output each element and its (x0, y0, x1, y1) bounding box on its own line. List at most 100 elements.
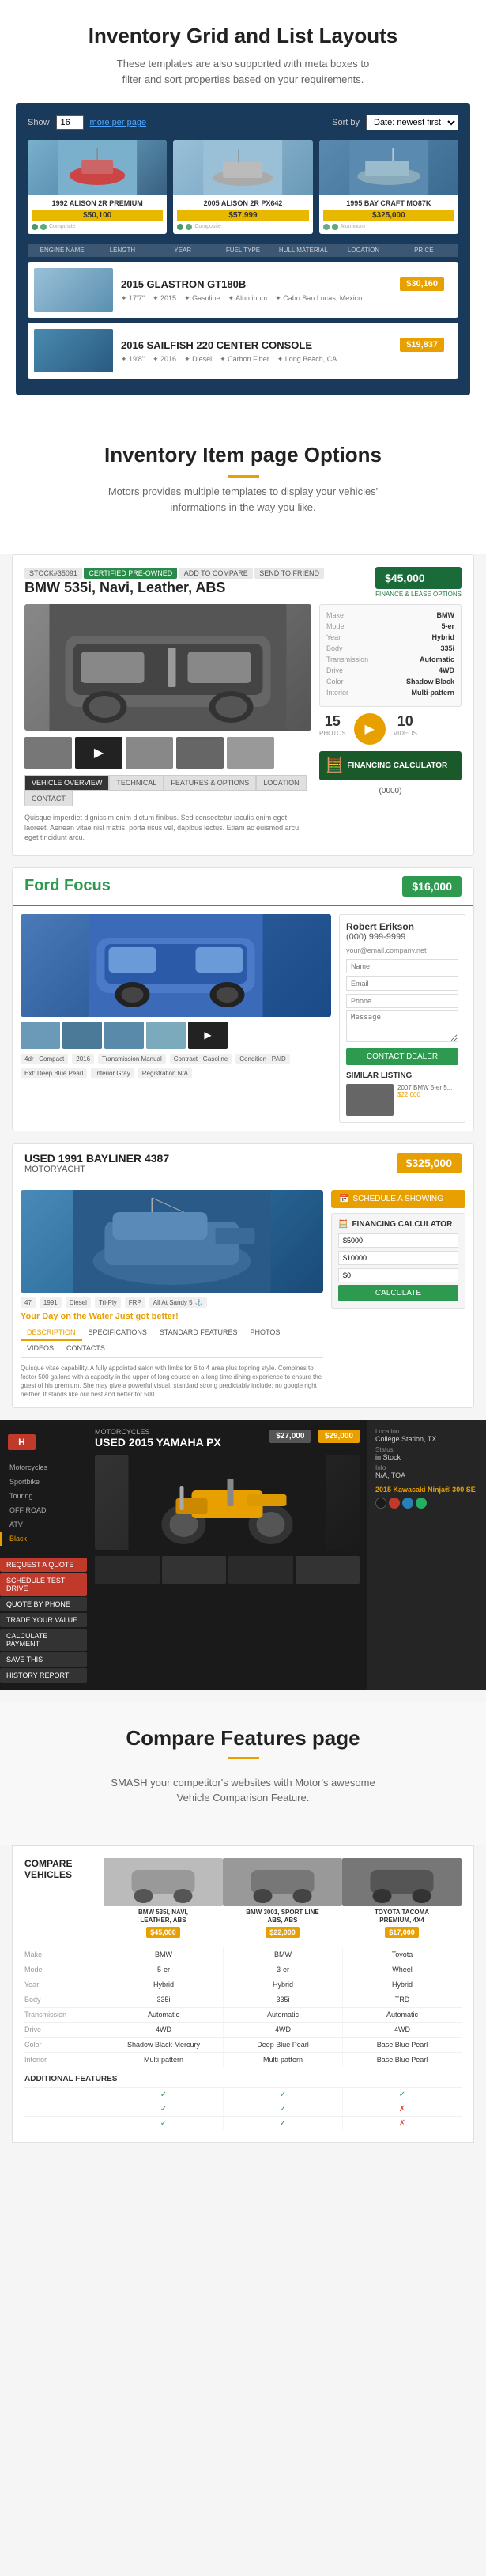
bmw-thumb-4[interactable] (227, 737, 274, 769)
bmw-send[interactable]: SEND TO FRIEND (254, 568, 324, 579)
check-icon-7: ✓ (280, 2119, 286, 2128)
compare-car-2[interactable]: BMW 3001, SPORT LINEABS, ABS $22,000 (223, 1858, 342, 1940)
ford-thumb-2[interactable] (62, 1022, 102, 1049)
bmw-thumb-video[interactable]: ▶ (75, 737, 122, 769)
yamaha-thumb-1[interactable] (95, 1556, 160, 1584)
compare-body-val3: TRD (342, 1992, 462, 2007)
swatch-2[interactable] (389, 1498, 400, 1509)
yamaha-thumb-2[interactable] (162, 1556, 227, 1584)
yamaha-location-value: College Station, TX (375, 1435, 478, 1443)
bay-tab-videos[interactable]: VIDEOS (21, 1341, 60, 1357)
ford-thumb-1[interactable] (21, 1022, 60, 1049)
nav-atv[interactable]: ATV (0, 1517, 87, 1532)
col-hull: HULL MATERIAL (275, 247, 331, 254)
section-compare: Compare Features page SMASH your competi… (0, 1702, 486, 1845)
detail-body-label: Body (326, 644, 343, 652)
schedule-showing-button[interactable]: 📅 SCHEDULE A SHOWING (331, 1190, 465, 1208)
tab-features[interactable]: FEATURES & OPTIONS (164, 775, 256, 791)
grid-card-1[interactable]: 1992 ALISON 2R PREMIUM $50,100 Composite (28, 140, 167, 234)
tab-vehicle-overview[interactable]: VEHICLE OVERVIEW (24, 775, 109, 791)
bmw-finance-link[interactable]: FINANCE & LEASE OPTIONS (375, 591, 462, 598)
list-row-2[interactable]: 2016 SAILFISH 220 CENTER CONSOLE $19,837… (28, 323, 458, 379)
yamaha-category: MOTORCYCLES (95, 1428, 221, 1436)
compare-divider (228, 1757, 259, 1759)
tab-technical[interactable]: TECHNICAL (109, 775, 164, 791)
check-icon-3: ✓ (399, 2091, 405, 2099)
calc-input-3[interactable] (338, 1268, 458, 1282)
compare-car-3[interactable]: TOYOTA TACOMAPREMIUM, 4X4 $17,000 (342, 1858, 462, 1940)
bmw-compare[interactable]: ADD TO COMPARE (179, 568, 253, 579)
feature1-val2: ✓ (223, 2088, 342, 2102)
financing-title: FINANCING CALCULATOR (347, 761, 447, 770)
btn-quote-phone[interactable]: QUOTE BY PHONE (0, 1597, 87, 1611)
compare-car2-image (223, 1858, 342, 1906)
ford-title: Ford Focus (24, 877, 111, 895)
compare-color-label: Color (24, 2038, 104, 2052)
calculate-button[interactable]: CALCULATE (338, 1285, 458, 1301)
yamaha-thumb-4[interactable] (296, 1556, 360, 1584)
per-page-input[interactable] (56, 115, 84, 130)
swatch-4[interactable] (416, 1498, 427, 1509)
bay-tab-standard[interactable]: STANDARD FEATURES (153, 1325, 244, 1341)
compare-car-1[interactable]: BMW 535I, NAVI,LEATHER, ABS $45,000 (104, 1858, 223, 1940)
nav-black[interactable]: Black (0, 1532, 87, 1546)
bay-tab-contacts[interactable]: CONTACTS (60, 1341, 111, 1357)
tab-location[interactable]: LOCATION (256, 775, 306, 791)
ford-thumb-4[interactable] (146, 1022, 186, 1049)
more-per-page-link[interactable]: more per page (90, 118, 147, 127)
sort-select[interactable]: Date: newest first (366, 115, 458, 130)
compare-car2-price: $22,000 (266, 1927, 300, 1938)
bmw-card: STOCK#35091 CERTIFIED PRE-OWNED ADD TO C… (12, 554, 474, 856)
ford-thumb-3[interactable] (104, 1022, 144, 1049)
list-row-1[interactable]: 2015 GLASTRON GT180B $30,160 ✦ 17'7" ✦ 2… (28, 262, 458, 318)
card1-price: $50,100 (32, 210, 163, 221)
contact-email-input[interactable] (346, 976, 458, 991)
nav-touring[interactable]: Touring (0, 1489, 87, 1503)
bmw-thumb-2[interactable] (126, 737, 173, 769)
bay-tab-specs[interactable]: SPECIFICATIONS (82, 1325, 153, 1341)
card1-body: 1992 ALISON 2R PREMIUM $50,100 Composite (28, 195, 167, 234)
bay-tab-description[interactable]: DESCRIPTION (21, 1325, 82, 1341)
swatch-3[interactable] (402, 1498, 413, 1509)
detail-drive-value: 4WD (439, 667, 454, 674)
compare-year-val2: Hybrid (223, 1977, 342, 1992)
contact-name-input[interactable] (346, 959, 458, 973)
swatch-1[interactable] (375, 1498, 386, 1509)
contact-dealer-button[interactable]: CONTACT DEALER (346, 1048, 458, 1065)
btn-calc-payment[interactable]: CALCULATE PAYMENT (0, 1629, 87, 1651)
ford-spec-trans: Transmission Manual (98, 1054, 166, 1064)
detail-color-label: Color (326, 678, 344, 686)
btn-request-quote[interactable]: REQUEST A QUOTE (0, 1558, 87, 1572)
nav-sportbike[interactable]: Sportbike (0, 1475, 87, 1489)
calc-input-1[interactable] (338, 1233, 458, 1248)
nav-offroad[interactable]: OFF ROAD (0, 1503, 87, 1517)
grid-card-2[interactable]: 2005 ALISON 2R PX642 $57,999 Composite (173, 140, 312, 234)
bay-spec-4: Tri-Ply (95, 1297, 121, 1308)
feature2-val3: ✗ (342, 2102, 462, 2116)
nav-motorcycles[interactable]: Motorcycles (0, 1460, 87, 1475)
ford-contact-email: your@email.company.net (346, 946, 458, 954)
calc-input-2[interactable] (338, 1251, 458, 1265)
bayliner-header: USED 1991 BAYLINER 4387 MOTORYACHT $325,… (13, 1144, 473, 1182)
bmw-financing-box[interactable]: 🧮 FINANCING CALCULATOR (319, 751, 462, 780)
ford-thumb-video[interactable]: ▶ (188, 1022, 228, 1049)
col-engine: ENGINE NAME (34, 247, 90, 254)
bay-tab-photos[interactable]: PHOTOS (244, 1325, 287, 1341)
contact-phone-input[interactable] (346, 994, 458, 1008)
bmw-thumb-1[interactable] (24, 737, 72, 769)
btn-test-drive[interactable]: SCHEDULE TEST DRIVE (0, 1573, 87, 1596)
grid-card-3[interactable]: 1995 BAY CRAFT MO87K $325,000 Aluminum (319, 140, 458, 234)
btn-trade-value[interactable]: TRADE YOUR VALUE (0, 1613, 87, 1627)
col-year: YEAR (155, 247, 211, 254)
calc-icon: 🧮 (338, 1220, 348, 1229)
btn-save[interactable]: SAVE THIS (0, 1652, 87, 1667)
contact-message-input[interactable] (346, 1010, 458, 1042)
yamaha-logo: H (0, 1428, 87, 1456)
bmw-thumb-3[interactable] (176, 737, 224, 769)
tab-contact[interactable]: CONTACT (24, 791, 73, 806)
similar-item-1[interactable]: 2007 BMW 5-er 5... $22,000 (346, 1084, 458, 1116)
yamaha-thumb-3[interactable] (228, 1556, 293, 1584)
btn-history[interactable]: HISTORY REPORT (0, 1668, 87, 1683)
play-button-icon[interactable]: ▶ (354, 713, 386, 745)
yamaha-status-label: Status (375, 1446, 478, 1453)
